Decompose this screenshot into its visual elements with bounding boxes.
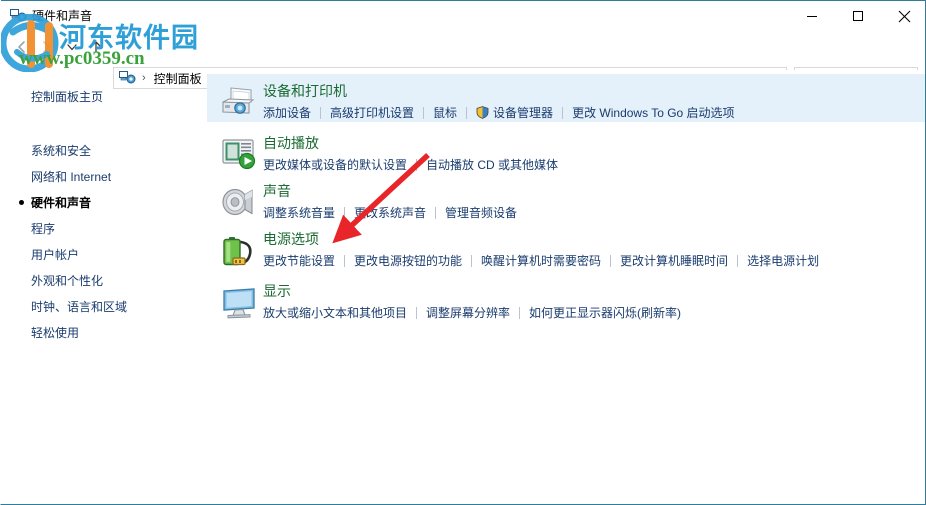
category-link-label: 添加设备 (263, 106, 312, 120)
category-title-4[interactable]: 显示 (263, 281, 291, 301)
control-panel-window: 硬件和声音 › 控制面板 搜索控制... 控制面板主页 系统和安全 网络和 In… (0, 0, 926, 505)
hardware-sound-icon (10, 8, 27, 24)
category-title-2[interactable]: 声音 (263, 181, 291, 201)
category-link-4-2[interactable]: 如何更正显示器闪烁(刷新率) (529, 304, 681, 321)
category-links-3: 更改节能设置 更改电源按钮的功能 唤醒计算机时需要密码 更改计算机睡眠时间 选择电源计划 (263, 252, 819, 269)
uac-shield-icon (476, 106, 489, 119)
link-separator (320, 106, 322, 119)
category-link-0-0[interactable]: 添加设备 (263, 104, 311, 121)
category-link-label: 管理音频设备 (445, 206, 518, 220)
chevron-down-icon[interactable] (61, 36, 83, 58)
category-row-3: 电源选项更改节能设置 更改电源按钮的功能 唤醒计算机时需要密码 更改计算机睡眠时间 选择… (207, 222, 925, 270)
sidebar-item-home[interactable]: 控制面板主页 (31, 88, 103, 105)
category-link-label: 如何更正显示器闪烁(刷新率) (529, 306, 682, 320)
link-separator (471, 254, 473, 267)
category-link-label: 放大或缩小文本和其他项目 (263, 306, 408, 320)
category-title-0[interactable]: 设备和打印机 (263, 81, 347, 101)
close-button[interactable] (881, 1, 925, 31)
category-link-label: 设备管理器 (493, 106, 554, 120)
category-links-2: 调整系统音量 更改系统声音 管理音频设备 (263, 204, 517, 221)
category-links-4: 放大或缩小文本和其他项目 调整屏幕分辨率 如何更正显示器闪烁(刷新率) (263, 304, 681, 321)
category-link-3-4[interactable]: 选择电源计划 (747, 252, 819, 269)
link-separator (737, 254, 739, 267)
category-link-4-1[interactable]: 调整屏幕分辨率 (426, 304, 510, 321)
link-separator (344, 206, 346, 219)
category-title-1[interactable]: 自动播放 (263, 133, 319, 153)
back-arrow-icon[interactable] (11, 36, 33, 58)
sidebar-item-4[interactable]: 用户帐户 (31, 246, 79, 263)
window-title: 硬件和声音 (32, 9, 93, 23)
category-link-label: 自动播放 CD 或其他媒体 (426, 158, 559, 172)
battery-power-icon (219, 230, 259, 270)
category-link-3-3[interactable]: 更改计算机睡眠时间 (620, 252, 728, 269)
link-separator (344, 254, 346, 267)
category-row-0: 设备和打印机添加设备 高级打印机设置 鼠标 设备管理器 更改 Windows To G… (207, 74, 925, 122)
sidebar-current-bullet-icon (19, 200, 24, 205)
category-link-label: 高级打印机设置 (330, 106, 415, 120)
speaker-icon (219, 182, 259, 222)
maximize-button[interactable] (835, 1, 881, 31)
minimize-button[interactable] (789, 1, 835, 31)
category-link-label: 唤醒计算机时需要密码 (481, 254, 602, 268)
up-arrow-icon[interactable] (85, 36, 107, 58)
category-link-label: 更改 Windows To Go 启动选项 (572, 106, 735, 120)
sidebar-item-2[interactable]: 硬件和声音 (31, 194, 91, 211)
category-link-label: 更改系统声音 (354, 206, 427, 220)
navigation-bar: › 控制面板 › 硬件和声音 (1, 30, 925, 89)
category-links-1: 更改媒体或设备的默认设置 自动播放 CD 或其他媒体 (263, 156, 558, 173)
category-link-label: 调整屏幕分辨率 (426, 306, 511, 320)
category-link-3-0[interactable]: 更改节能设置 (263, 252, 335, 269)
link-separator (610, 254, 612, 267)
category-links-0: 添加设备 高级打印机设置 鼠标 设备管理器 更改 Windows To Go 启动选项 (263, 104, 735, 121)
sidebar-item-6[interactable]: 时钟、语言和区域 (31, 298, 127, 315)
autoplay-icon (219, 134, 259, 174)
link-separator (416, 158, 418, 171)
sidebar-item-5[interactable]: 外观和个性化 (31, 272, 103, 289)
category-link-4-0[interactable]: 放大或缩小文本和其他项目 (263, 304, 407, 321)
sidebar: 控制面板主页 系统和安全网络和 Internet 硬件和声音程序用户帐户外观和个性化… (1, 70, 207, 500)
sidebar-item-1[interactable]: 网络和 Internet (31, 168, 111, 185)
category-link-2-1[interactable]: 更改系统声音 (354, 204, 426, 221)
sidebar-item-3[interactable]: 程序 (31, 220, 55, 237)
link-separator (435, 206, 437, 219)
category-link-1-0[interactable]: 更改媒体或设备的默认设置 (263, 156, 407, 173)
category-link-label: 更改电源按钮的功能 (354, 254, 463, 268)
link-separator (423, 106, 425, 119)
sidebar-item-0[interactable]: 系统和安全 (31, 142, 91, 159)
category-link-0-3[interactable]: 设备管理器 (476, 104, 553, 121)
category-link-label: 调整系统音量 (263, 206, 336, 220)
category-link-1-1[interactable]: 自动播放 CD 或其他媒体 (426, 156, 558, 173)
category-title-3[interactable]: 电源选项 (263, 229, 319, 249)
category-row-4: 显示放大或缩小文本和其他项目 调整屏幕分辨率 如何更正显示器闪烁(刷新率) (207, 274, 925, 322)
forward-arrow-icon[interactable] (35, 36, 57, 58)
link-separator (466, 106, 468, 119)
printer-camera-icon (219, 82, 259, 122)
monitor-icon (219, 282, 259, 322)
title-bar: 硬件和声音 (1, 0, 925, 31)
category-row-1: 自动播放更改媒体或设备的默认设置 自动播放 CD 或其他媒体 (207, 126, 925, 174)
link-separator (562, 106, 564, 119)
sidebar-item-7[interactable]: 轻松使用 (31, 324, 79, 341)
category-link-label: 鼠标 (433, 106, 458, 120)
category-link-label: 更改媒体或设备的默认设置 (263, 158, 408, 172)
category-link-2-2[interactable]: 管理音频设备 (445, 204, 517, 221)
category-link-3-1[interactable]: 更改电源按钮的功能 (354, 252, 462, 269)
category-link-label: 选择电源计划 (747, 254, 820, 268)
category-link-label: 更改计算机睡眠时间 (620, 254, 729, 268)
category-link-2-0[interactable]: 调整系统音量 (263, 204, 335, 221)
category-link-0-4[interactable]: 更改 Windows To Go 启动选项 (572, 104, 734, 121)
category-link-0-2[interactable]: 鼠标 (433, 104, 457, 121)
category-list: 设备和打印机添加设备 高级打印机设置 鼠标 设备管理器 更改 Windows To G… (207, 70, 925, 504)
category-link-3-2[interactable]: 唤醒计算机时需要密码 (481, 252, 601, 269)
category-link-0-1[interactable]: 高级打印机设置 (330, 104, 414, 121)
category-row-2: 声音调整系统音量 更改系统声音 管理音频设备 (207, 174, 925, 222)
link-separator (416, 306, 418, 319)
category-link-label: 更改节能设置 (263, 254, 336, 268)
link-separator (519, 306, 521, 319)
